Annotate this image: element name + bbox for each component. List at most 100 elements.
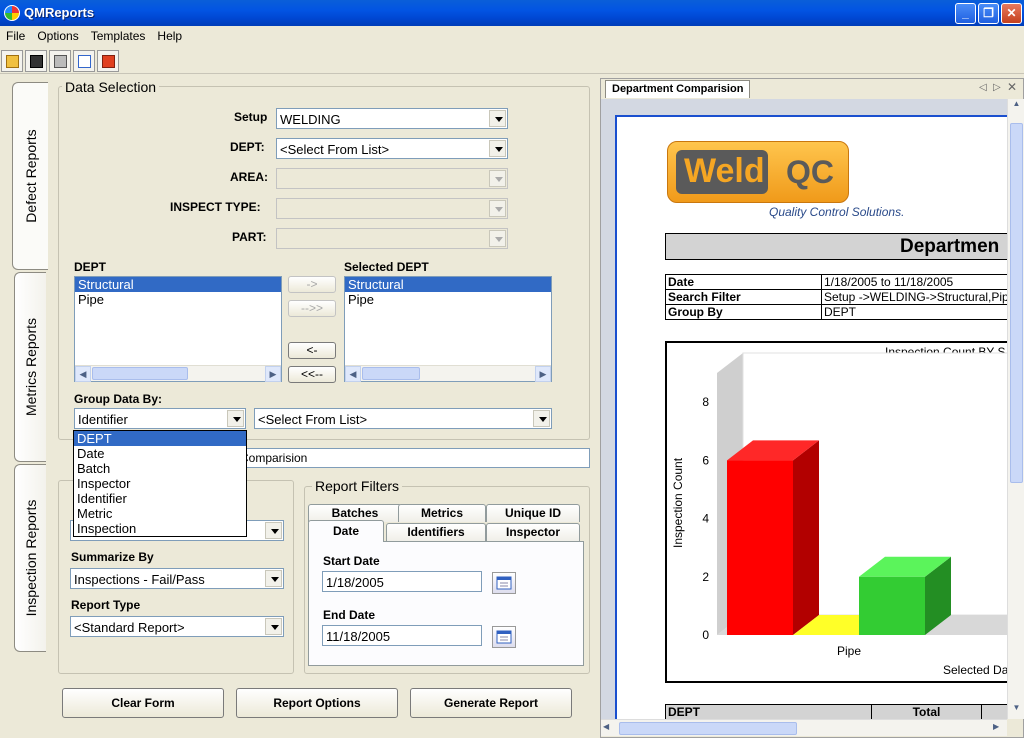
- menu-file[interactable]: File: [0, 26, 31, 43]
- maximize-button[interactable]: ❐: [978, 3, 999, 24]
- tab-date[interactable]: Date: [308, 520, 384, 542]
- scroll-right-icon[interactable]: ▶: [993, 722, 999, 731]
- dropdown-option[interactable]: DEPT: [74, 431, 246, 446]
- tab-scroll-right-icon[interactable]: ▷: [993, 82, 1001, 93]
- scroll-thumb[interactable]: [362, 367, 420, 380]
- chevron-down-icon[interactable]: [265, 522, 282, 539]
- vertical-scrollbar[interactable]: ▲ ▼: [1007, 99, 1024, 719]
- available-dept-list[interactable]: Structural Pipe ◀ ▶: [74, 276, 282, 382]
- horizontal-scrollbar[interactable]: ◀ ▶: [601, 719, 1007, 736]
- chevron-down-icon[interactable]: [227, 410, 244, 427]
- menu-options[interactable]: Options: [31, 26, 84, 43]
- dropdown-option[interactable]: Metric: [74, 506, 246, 521]
- tab-inspector[interactable]: Inspector: [486, 523, 580, 541]
- preview-button[interactable]: [73, 50, 95, 72]
- minimize-button[interactable]: _: [955, 3, 976, 24]
- clear-form-button[interactable]: Clear Form: [62, 688, 224, 718]
- group-by-secondary-combo[interactable]: <Select From List>: [254, 408, 552, 429]
- end-date-value: 11/18/2005: [326, 629, 391, 644]
- part-combo[interactable]: [276, 228, 508, 249]
- start-date-label: Start Date: [323, 554, 380, 568]
- tab-metrics[interactable]: Metrics: [398, 504, 486, 522]
- chevron-down-icon[interactable]: [489, 140, 506, 157]
- scroll-up-icon[interactable]: ▲: [1010, 99, 1023, 115]
- tab-label: Metrics Reports: [22, 317, 39, 417]
- move-all-right-button[interactable]: -->>: [288, 300, 336, 317]
- data-selection-legend: Data Selection: [62, 79, 160, 95]
- setup-value: WELDING: [280, 112, 341, 127]
- scroll-thumb[interactable]: [1010, 123, 1023, 483]
- report-type-combo[interactable]: <Standard Report>: [70, 616, 284, 637]
- print-button[interactable]: [49, 50, 71, 72]
- chevron-down-icon[interactable]: [489, 170, 506, 187]
- app-icon: [4, 5, 20, 21]
- selected-dept-list[interactable]: Structural Pipe ◀ ▶: [344, 276, 552, 382]
- horizontal-scrollbar[interactable]: ◀ ▶: [345, 365, 551, 382]
- dropdown-option[interactable]: Inspection: [74, 521, 246, 536]
- generate-report-button[interactable]: Generate Report: [410, 688, 572, 718]
- tab-defect-reports[interactable]: Defect Reports: [12, 82, 48, 270]
- inspect-type-combo[interactable]: [276, 198, 508, 219]
- scroll-thumb[interactable]: [92, 367, 188, 380]
- scroll-right-icon[interactable]: ▶: [535, 366, 551, 382]
- table-row: Search Filter Setup ->WELDING->Structural…: [665, 289, 1009, 305]
- scroll-down-icon[interactable]: ▼: [1010, 703, 1023, 719]
- dept-label: DEPT:: [230, 140, 265, 154]
- area-combo[interactable]: [276, 168, 508, 189]
- list-item[interactable]: Pipe: [75, 292, 281, 307]
- end-date-field[interactable]: 11/18/2005: [322, 625, 482, 646]
- scroll-right-icon[interactable]: ▶: [265, 366, 281, 382]
- chevron-down-icon[interactable]: [489, 200, 506, 217]
- report-options-button[interactable]: Report Options: [236, 688, 398, 718]
- tab-department-comparision[interactable]: Department Comparision: [605, 80, 751, 98]
- scroll-left-icon[interactable]: ◀: [345, 366, 361, 382]
- move-all-left-button[interactable]: <<--: [288, 366, 336, 383]
- chevron-down-icon[interactable]: [489, 110, 506, 127]
- tab-unique-id[interactable]: Unique ID: [486, 504, 580, 522]
- tab-scroll-left-icon[interactable]: ◁: [979, 82, 987, 93]
- report-title-field[interactable]: Comparision: [236, 448, 590, 468]
- scroll-left-icon[interactable]: ◀: [75, 366, 91, 382]
- menu-help[interactable]: Help: [151, 26, 188, 43]
- dropdown-option[interactable]: Identifier: [74, 491, 246, 506]
- open-button[interactable]: [1, 50, 23, 72]
- move-right-button[interactable]: ->: [288, 276, 336, 293]
- list-item[interactable]: Structural: [345, 277, 551, 292]
- chevron-down-icon[interactable]: [265, 570, 282, 587]
- dept-total-table: DEPT Total: [665, 704, 1009, 719]
- chevron-down-icon[interactable]: [489, 230, 506, 247]
- table-row: Group By DEPT: [665, 304, 1009, 320]
- dropdown-option[interactable]: Date: [74, 446, 246, 461]
- save-button[interactable]: [25, 50, 47, 72]
- chevron-down-icon[interactable]: [533, 410, 550, 427]
- close-icon[interactable]: ✕: [1007, 80, 1017, 94]
- dept-combo[interactable]: <Select From List>: [276, 138, 508, 159]
- start-date-calendar-button[interactable]: [492, 572, 516, 594]
- exit-button[interactable]: [97, 50, 119, 72]
- list-item[interactable]: Pipe: [345, 292, 551, 307]
- scroll-thumb[interactable]: [619, 722, 797, 735]
- tab-inspection-reports[interactable]: Inspection Reports: [14, 464, 46, 652]
- meta-value: Setup ->WELDING->Structural,Pip: [821, 289, 1009, 305]
- chevron-down-icon[interactable]: [265, 618, 282, 635]
- printer-icon: [54, 55, 67, 68]
- setup-combo[interactable]: WELDING: [276, 108, 508, 129]
- logo-tagline: Quality Control Solutions.: [769, 205, 905, 219]
- dropdown-option[interactable]: Inspector: [74, 476, 246, 491]
- tab-identifiers[interactable]: Identifiers: [386, 523, 486, 541]
- list-item[interactable]: Structural: [75, 277, 281, 292]
- group-by-dropdown-list[interactable]: DEPT Date Batch Inspector Identifier Met…: [73, 430, 247, 537]
- summarize-combo[interactable]: Inspections - Fail/Pass: [70, 568, 284, 589]
- start-date-field[interactable]: 1/18/2005: [322, 571, 482, 592]
- close-button[interactable]: ✕: [1001, 3, 1022, 24]
- end-date-calendar-button[interactable]: [492, 626, 516, 648]
- dropdown-option[interactable]: Batch: [74, 461, 246, 476]
- horizontal-scrollbar[interactable]: ◀ ▶: [75, 365, 281, 382]
- menu-templates[interactable]: Templates: [85, 26, 152, 43]
- group-by-combo[interactable]: Identifier: [74, 408, 246, 429]
- move-left-button[interactable]: <-: [288, 342, 336, 359]
- scroll-left-icon[interactable]: ◀: [603, 722, 609, 731]
- meta-key: Date: [665, 274, 822, 290]
- y-tick-label: 4: [702, 512, 709, 526]
- tab-metrics-reports[interactable]: Metrics Reports: [14, 272, 46, 462]
